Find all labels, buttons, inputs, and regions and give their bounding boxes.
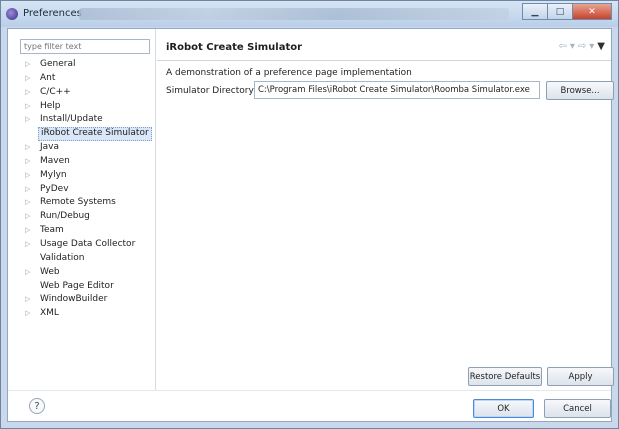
tree-item-label: Web Page Editor	[40, 280, 114, 291]
tree-item-label: Remote Systems	[40, 197, 116, 208]
expand-arrow-icon[interactable]: ▷	[25, 210, 35, 224]
tree-item[interactable]: ▷ XML	[25, 307, 153, 321]
maximize-button[interactable]: □	[547, 3, 573, 20]
close-button[interactable]: ✕	[572, 3, 612, 20]
tree-item[interactable]: ▷ C/C++	[25, 86, 153, 100]
expand-arrow-icon[interactable]: ▷	[25, 293, 35, 307]
tree-item-label: C/C++	[40, 86, 71, 97]
tree-item[interactable]: ▷ General	[25, 58, 153, 72]
tree-item-label: Java	[40, 142, 60, 153]
tree-item-label: Maven	[40, 155, 70, 166]
expand-arrow-icon[interactable]: ▷	[25, 155, 35, 169]
help-icon[interactable]: ?	[29, 398, 45, 414]
window-controls: ▁ □ ✕	[522, 3, 612, 20]
expand-arrow-icon[interactable]: ▷	[25, 307, 35, 321]
preference-sidebar: ▷ General ▷ Ant ▷ C/C++ ▷ Help ▷ Install/Update iR…	[8, 29, 156, 390]
tree-item-label: Ant	[40, 72, 56, 83]
tree-item-label: Usage Data Collector	[40, 238, 136, 249]
tree-item[interactable]: ▷ Install/Update	[25, 113, 153, 127]
tree-item[interactable]: ▷ Maven	[25, 155, 153, 169]
page-description: A demonstration of a preference page imp…	[166, 68, 412, 78]
tree-item[interactable]: ▷ Usage Data Collector	[25, 238, 153, 252]
dialog-body: ▷ General ▷ Ant ▷ C/C++ ▷ Help ▷ Install/Update iR…	[7, 28, 614, 422]
title-bar[interactable]: Preferences ▁ □ ✕	[1, 1, 618, 27]
back-menu-icon[interactable]: ▾	[570, 41, 575, 52]
tree-item[interactable]: ▷ Run/Debug	[25, 210, 153, 224]
browse-button[interactable]: Browse...	[546, 81, 614, 100]
apply-button[interactable]: Apply	[547, 367, 614, 386]
tree-item[interactable]: iRobot Create Simulator	[25, 127, 153, 142]
view-menu-icon[interactable]: ▼	[597, 41, 605, 52]
title-separator	[157, 60, 611, 61]
tree-item[interactable]: ▷ Mylyn	[25, 169, 153, 183]
simulator-directory-field[interactable]	[254, 81, 540, 99]
tree-item[interactable]: ▷ Java	[25, 141, 153, 155]
forward-menu-icon[interactable]: ▾	[589, 41, 594, 52]
tree-item[interactable]: ▷ Ant	[25, 72, 153, 86]
expand-arrow-icon[interactable]: ▷	[25, 86, 35, 100]
preference-tree: ▷ General ▷ Ant ▷ C/C++ ▷ Help ▷ Install/Update iR…	[25, 58, 153, 321]
expand-arrow-icon[interactable]: ▷	[25, 141, 35, 155]
window-title: Preferences	[23, 8, 82, 19]
expand-arrow-icon[interactable]: ▷	[25, 266, 35, 280]
tree-item[interactable]: ▷ WindowBuilder	[25, 293, 153, 307]
tree-item-label: Web	[40, 266, 60, 277]
simulator-directory-label: Simulator Directory:	[166, 86, 257, 96]
tree-item[interactable]: ▷ Team	[25, 224, 153, 238]
tree-item-label: Validation	[40, 252, 85, 263]
cancel-button[interactable]: Cancel	[544, 399, 611, 418]
tree-item-label: iRobot Create Simulator	[38, 127, 152, 142]
tree-item-label: Help	[40, 100, 61, 111]
tree-item-label: Install/Update	[40, 114, 103, 125]
expand-arrow-icon[interactable]: ▷	[25, 113, 35, 127]
tree-item[interactable]: Validation	[25, 252, 153, 266]
expand-arrow-icon[interactable]: ▷	[25, 238, 35, 252]
eclipse-icon	[6, 8, 18, 20]
tree-item-label: PyDev	[40, 183, 69, 194]
tree-item[interactable]: Web Page Editor	[25, 280, 153, 294]
preferences-window: Preferences ▁ □ ✕ ▷ General ▷ Ant ▷ C/C++ ▷ Hel…	[0, 0, 619, 429]
expand-arrow-icon[interactable]: ▷	[25, 224, 35, 238]
tree-item-label: General	[40, 59, 76, 69]
tree-item-label: Mylyn	[40, 169, 67, 180]
preference-page: iRobot Create Simulator ⇦ ▾ ⇨ ▾ ▼ A demo…	[157, 29, 614, 390]
expand-arrow-icon[interactable]: ▷	[25, 183, 35, 197]
expand-arrow-icon[interactable]: ▷	[25, 169, 35, 183]
expand-arrow-icon[interactable]: ▷	[25, 58, 35, 72]
tree-item-label: WindowBuilder	[40, 294, 108, 305]
forward-arrow-icon[interactable]: ⇨	[578, 41, 586, 52]
tree-item[interactable]: ▷ PyDev	[25, 183, 153, 197]
tree-item[interactable]: ▷ Web	[25, 266, 153, 280]
minimize-button[interactable]: ▁	[522, 3, 548, 20]
tree-item-label: Run/Debug	[40, 211, 90, 222]
tree-item-label: Team	[40, 225, 64, 236]
expand-arrow-icon[interactable]: ▷	[25, 100, 35, 114]
ok-button[interactable]: OK	[473, 399, 534, 418]
expand-arrow-icon[interactable]: ▷	[25, 196, 35, 210]
filter-input[interactable]	[20, 39, 150, 54]
dialog-footer: ? OK Cancel	[8, 390, 611, 421]
expand-arrow-icon[interactable]: ▷	[25, 72, 35, 86]
tree-item-label: XML	[40, 308, 59, 319]
page-title: iRobot Create Simulator	[166, 42, 303, 53]
blurred-title-path	[79, 8, 509, 20]
back-arrow-icon[interactable]: ⇦	[558, 41, 566, 52]
restore-defaults-button[interactable]: Restore Defaults	[468, 367, 542, 386]
page-navigation: ⇦ ▾ ⇨ ▾ ▼	[558, 41, 605, 52]
tree-item[interactable]: ▷ Remote Systems	[25, 196, 153, 210]
tree-item[interactable]: ▷ Help	[25, 100, 153, 114]
